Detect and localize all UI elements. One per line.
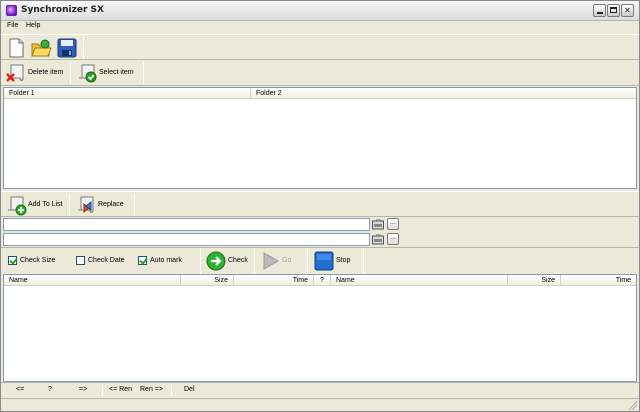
check-date-box[interactable] (76, 256, 85, 265)
arrow-right-icon (206, 251, 226, 271)
toolbar-separator (134, 194, 135, 216)
check-size-box[interactable] (8, 256, 17, 265)
compare-list[interactable]: Name Size Time ? Name Size Time (3, 274, 637, 382)
path-1-browse-button[interactable]: ... (387, 218, 399, 230)
maximize-icon (610, 7, 617, 13)
path-row-1: ... (3, 218, 639, 232)
question-button[interactable]: ? (48, 386, 52, 393)
check-size-label: Check Size (20, 257, 56, 264)
column-left-name[interactable]: Name (4, 275, 181, 286)
command-bar: <= ? => <= Ren Ren => Del (1, 382, 639, 397)
column-left-time[interactable]: Time (234, 275, 314, 286)
new-file-icon (9, 38, 24, 58)
minimize-button[interactable] (593, 4, 606, 17)
toolbar-separator (200, 248, 201, 274)
go-label: Go (282, 257, 292, 264)
new-file-button[interactable] (5, 37, 27, 59)
minimize-icon (596, 12, 603, 14)
options-bar: Check Size Check Date Auto mark Check Go (1, 247, 639, 274)
menu-bar: File Help (1, 21, 639, 33)
save-button[interactable] (56, 37, 78, 59)
delete-item-icon (6, 64, 24, 82)
path-1-folder-button[interactable] (372, 218, 384, 230)
command-separator (102, 385, 103, 396)
path-2-browse-button[interactable]: ... (387, 233, 399, 245)
main-toolbar (1, 34, 639, 60)
toolbar-separator (363, 248, 364, 274)
auto-mark-checkbox[interactable]: Auto mark (138, 256, 198, 266)
stop-label: Stop (336, 257, 351, 264)
select-item-icon (79, 64, 97, 83)
delete-item-button[interactable]: Delete item (3, 60, 69, 86)
rename-left-button[interactable]: <= Ren (109, 386, 132, 393)
column-right-name[interactable]: Name (331, 275, 508, 286)
check-date-label: Check Date (88, 257, 125, 264)
status-bar (1, 398, 639, 411)
copy-left-button[interactable]: <= (16, 386, 24, 393)
toolbar-separator (70, 62, 71, 84)
folder-list-header: Folder 1 Folder 2 (4, 88, 636, 99)
open-folder-button[interactable] (30, 37, 52, 59)
replace-icon (78, 196, 94, 214)
path-2-folder-button[interactable] (372, 233, 384, 245)
close-icon: ✕ (624, 6, 631, 15)
column-right-size[interactable]: Size (508, 275, 561, 286)
play-icon (263, 252, 280, 270)
copy-right-button[interactable]: => (79, 386, 87, 393)
column-status[interactable]: ? (314, 275, 331, 286)
title-bar[interactable]: Synchronizer SX ✕ (1, 1, 639, 21)
column-folder-2[interactable]: Folder 2 (251, 88, 636, 99)
select-item-label: Select item (99, 69, 134, 76)
toolbar-separator (307, 248, 308, 274)
check-date-checkbox[interactable]: Check Date (76, 256, 136, 266)
auto-mark-box[interactable] (138, 256, 147, 265)
list-toolbar: Add To List Replace (1, 191, 639, 217)
maximize-button[interactable] (607, 4, 620, 17)
column-folder-1[interactable]: Folder 1 (4, 88, 251, 99)
toolbar-separator (143, 62, 144, 84)
window-title: Synchronizer SX (21, 5, 104, 15)
replace-button[interactable]: Replace (73, 192, 131, 218)
folder-icon (372, 234, 384, 245)
menu-help[interactable]: Help (26, 22, 40, 29)
command-separator (171, 385, 172, 396)
path-1-input[interactable] (3, 218, 370, 231)
toolbar-separator (83, 37, 84, 59)
go-button[interactable]: Go (257, 248, 302, 274)
item-toolbar: Delete item Select item (1, 60, 639, 86)
add-to-list-button[interactable]: Add To List (3, 192, 67, 218)
save-icon (57, 38, 77, 58)
delete-button[interactable]: Del (184, 386, 195, 393)
check-size-checkbox[interactable]: Check Size (8, 256, 68, 266)
compare-list-header: Name Size Time ? Name Size Time (4, 275, 636, 286)
rename-right-button[interactable]: Ren => (140, 386, 163, 393)
check-button[interactable]: Check (203, 248, 253, 274)
close-button[interactable]: ✕ (621, 4, 634, 17)
resize-grip-icon[interactable] (627, 400, 637, 410)
toolbar-separator (69, 194, 70, 216)
add-to-list-label: Add To List (28, 201, 63, 208)
stop-button[interactable]: Stop (311, 248, 361, 274)
app-window: Synchronizer SX ✕ File Help Delete item … (0, 0, 640, 412)
stop-icon (314, 251, 334, 271)
column-right-time[interactable]: Time (561, 275, 636, 286)
folder-icon (372, 219, 384, 230)
check-label: Check (228, 257, 248, 264)
add-to-list-icon (8, 196, 27, 216)
open-folder-icon (31, 39, 52, 57)
select-item-button[interactable]: Select item (74, 60, 140, 86)
path-2-input[interactable] (3, 233, 370, 246)
delete-item-label: Delete item (28, 69, 64, 76)
auto-mark-label: Auto mark (150, 257, 182, 264)
menu-file[interactable]: File (7, 22, 18, 29)
toolbar-separator (254, 248, 255, 274)
app-icon (6, 5, 17, 16)
path-row-2: ... (3, 233, 639, 247)
column-left-size[interactable]: Size (181, 275, 234, 286)
folder-list[interactable]: Folder 1 Folder 2 (3, 87, 637, 189)
replace-label: Replace (98, 201, 124, 208)
